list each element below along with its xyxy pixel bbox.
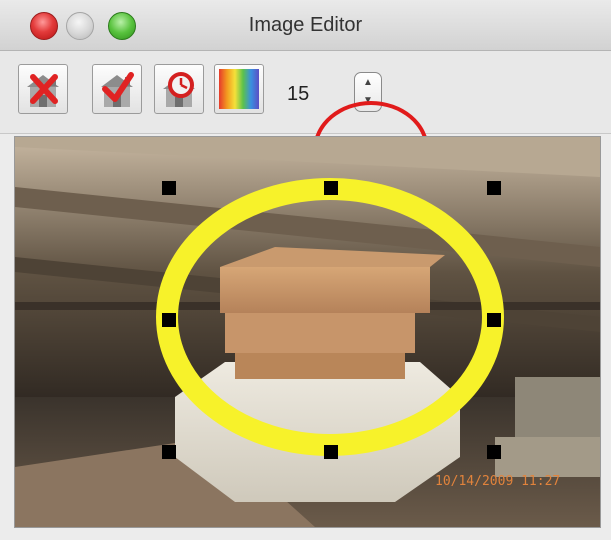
resize-handle-top-left[interactable] [162,181,176,195]
color-palette-button[interactable] [214,64,264,114]
title-bar: Image Editor [0,0,611,51]
stepper-up-arrow[interactable]: ▲ [355,73,381,92]
resize-handle-top-right[interactable] [487,181,501,195]
toolbar: 15 ▲ ▼ [0,51,611,199]
clock-icon [163,72,195,107]
resize-handle-bottom-right[interactable] [487,445,501,459]
photo-timestamp: 10/14/2009 11:27 [435,474,561,489]
checkmark-icon [101,72,134,107]
resize-handle-top[interactable] [324,181,338,195]
resize-handle-left[interactable] [162,313,176,327]
window-title: Image Editor [248,14,363,36]
clock-button[interactable] [154,64,204,114]
resize-handle-right[interactable] [487,313,501,327]
image-canvas[interactable]: 10/14/2009 11:27 [14,136,601,528]
resize-handle-bottom[interactable] [324,445,338,459]
selection-ellipse[interactable] [15,137,600,527]
resize-handle-bottom-left[interactable] [162,445,176,459]
accept-button[interactable] [92,64,142,114]
spectrum-icon [219,69,259,109]
delete-x-icon [27,74,59,107]
count-value: 15 [287,83,310,105]
delete-button[interactable] [18,64,68,114]
